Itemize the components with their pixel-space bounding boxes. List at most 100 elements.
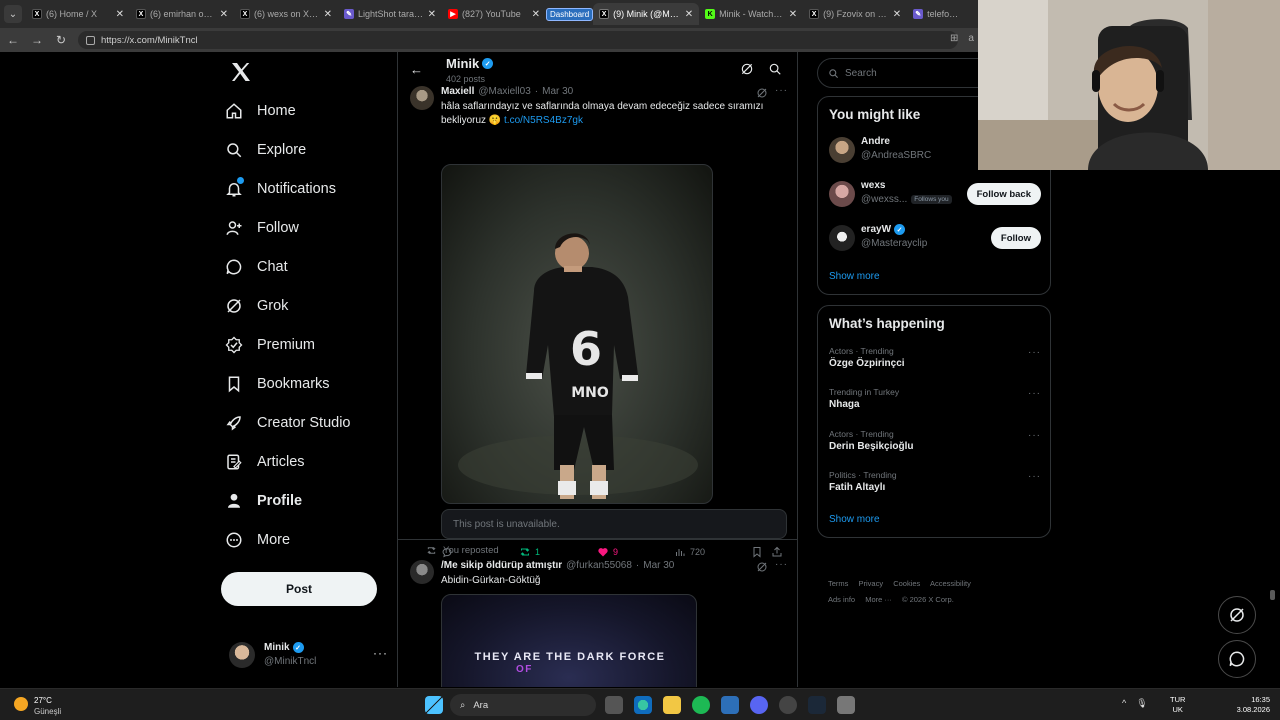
- address-bar[interactable]: https://x.com/MinikTncl: [78, 31, 958, 49]
- more-options-icon[interactable]: ···: [1028, 347, 1041, 358]
- tab-actions-menu[interactable]: ⌄: [4, 5, 22, 23]
- browser-tab[interactable]: X (6) emirhan on X: ✕: [130, 3, 234, 25]
- calculator-icon[interactable]: [837, 696, 855, 714]
- back-arrow-icon[interactable]: ←: [410, 62, 423, 77]
- user-name[interactable]: Andre: [861, 136, 890, 147]
- tweet-image[interactable]: 6 MNO: [441, 164, 713, 504]
- taskbar-search[interactable]: ⌕ Ara: [450, 694, 596, 716]
- browser-tab[interactable]: X (9) Fzovix on X: "E ✕: [803, 3, 907, 25]
- author-name[interactable]: /Me sikip öldürüp atmıştır: [441, 560, 562, 571]
- trend-item[interactable]: Trending in Turkey Nhaga ···: [829, 387, 1041, 419]
- close-icon[interactable]: ✕: [220, 9, 228, 20]
- search-icon[interactable]: [768, 62, 782, 76]
- nav-creator-studio[interactable]: Creator Studio: [225, 408, 351, 438]
- grok-icon[interactable]: [756, 561, 768, 573]
- more-options-icon[interactable]: ···: [1028, 430, 1041, 441]
- nav-premium[interactable]: Premium: [225, 330, 315, 360]
- browser-tab[interactable]: ✎ telefon k: [907, 3, 967, 25]
- browser-tab[interactable]: K Minik - Watch clips ✕: [699, 3, 803, 25]
- more-options-icon[interactable]: ···: [1028, 388, 1041, 399]
- account-more-icon[interactable]: ···: [373, 646, 388, 660]
- split-screen-icon[interactable]: ⊞: [950, 33, 958, 44]
- chat-floating-button[interactable]: [1218, 640, 1256, 678]
- footer-link[interactable]: More ···: [865, 595, 892, 604]
- start-icon[interactable]: [425, 696, 443, 714]
- chrome-icon[interactable]: [779, 696, 797, 714]
- trend-item[interactable]: Actors · Trending Derin Beşikçioğlu ···: [829, 429, 1041, 461]
- microphone-icon[interactable]: 🎙: [1136, 698, 1147, 709]
- footer-link[interactable]: Terms: [828, 579, 848, 588]
- forward-icon[interactable]: →: [30, 33, 44, 47]
- tweet-link[interactable]: t.co/N5RS4Bz7gk: [504, 115, 583, 126]
- discord-icon[interactable]: [750, 696, 768, 714]
- suggested-user[interactable]: erayW ✓ @Masterayclip Follow: [829, 221, 1041, 257]
- avatar[interactable]: [829, 137, 855, 163]
- avatar[interactable]: [829, 181, 855, 207]
- footer-link[interactable]: Privacy: [859, 579, 884, 588]
- tweet-date[interactable]: Mar 30: [643, 560, 674, 571]
- post-button[interactable]: Post: [221, 572, 377, 606]
- browser-tab[interactable]: ▶ (827) YouTube ✕: [442, 3, 546, 25]
- app-icon[interactable]: [721, 696, 739, 714]
- x-logo-icon[interactable]: [229, 60, 253, 84]
- close-icon[interactable]: ✕: [789, 9, 797, 20]
- footer-link[interactable]: Ads info: [828, 595, 855, 604]
- nav-home[interactable]: Home: [225, 96, 296, 126]
- user-name[interactable]: wexs: [861, 180, 885, 191]
- nav-explore[interactable]: Explore: [225, 135, 306, 165]
- profile-timeline[interactable]: ← Minik ✓ 402 posts Maxiell @Maxiell03 ·…: [397, 52, 798, 687]
- trend-item[interactable]: Actors · Trending Özge Özpirinçci ···: [829, 346, 1041, 378]
- close-icon[interactable]: ✕: [893, 9, 901, 20]
- nav-notifications[interactable]: Notifications: [225, 174, 336, 204]
- show-more-link[interactable]: Show more: [829, 271, 880, 282]
- nav-more[interactable]: More: [225, 525, 290, 555]
- dashboard-tab-group[interactable]: Dashboard: [546, 7, 594, 21]
- close-icon[interactable]: ✕: [116, 9, 124, 20]
- more-options-icon[interactable]: ···: [1028, 471, 1041, 482]
- edge-browser-icon[interactable]: [634, 696, 652, 714]
- tweet[interactable]: You reposted /Me sikip öldürüp atmıştır …: [398, 542, 797, 687]
- user-name-row[interactable]: erayW ✓: [861, 224, 906, 235]
- more-options-icon[interactable]: ···: [775, 85, 788, 96]
- chevron-up-icon[interactable]: ^: [1122, 698, 1126, 709]
- browser-tab[interactable]: X (6) Home / X ✕: [26, 3, 130, 25]
- close-icon[interactable]: ✕: [428, 9, 436, 20]
- nav-bookmarks[interactable]: Bookmarks: [225, 369, 330, 399]
- footer-link[interactable]: Accessibility: [930, 579, 971, 588]
- nav-chat[interactable]: Chat: [225, 252, 288, 282]
- close-icon[interactable]: ✕: [532, 9, 540, 20]
- avatar[interactable]: [829, 225, 855, 251]
- follow-back-button[interactable]: Follow back: [966, 183, 1041, 205]
- page-scrollbar[interactable]: [1270, 590, 1275, 600]
- nav-profile[interactable]: Profile: [225, 486, 302, 516]
- reload-icon[interactable]: ↻: [54, 33, 68, 47]
- weather-widget[interactable]: 27°C Güneşli: [14, 694, 74, 718]
- close-icon[interactable]: ✕: [685, 9, 693, 20]
- grok-icon[interactable]: [756, 87, 768, 99]
- spotify-icon[interactable]: [692, 696, 710, 714]
- file-explorer-icon[interactable]: [663, 696, 681, 714]
- nav-follow[interactable]: Follow: [225, 213, 299, 243]
- more-options-icon[interactable]: ···: [775, 559, 788, 570]
- input-language[interactable]: TUR UK: [1170, 695, 1185, 715]
- suggested-user[interactable]: wexs @wexss... Follows you Follow back: [829, 177, 1041, 213]
- tweet[interactable]: Maxiell @Maxiell03 · Mar 30 ··· hâla saf…: [398, 82, 797, 570]
- show-more-link[interactable]: Show more: [829, 514, 880, 525]
- tweet-video[interactable]: THEY ARE THE DARK FORCE OF: [441, 594, 697, 687]
- follow-button[interactable]: Follow: [990, 227, 1041, 249]
- author-handle[interactable]: @furkan55068: [566, 560, 632, 571]
- translate-icon[interactable]: a: [968, 33, 974, 44]
- trend-item[interactable]: Politics · Trending Fatih Altaylı ···: [829, 470, 1041, 502]
- site-info-icon[interactable]: [86, 35, 95, 45]
- close-icon[interactable]: ✕: [324, 9, 332, 20]
- steam-icon[interactable]: [808, 696, 826, 714]
- nav-grok[interactable]: Grok: [225, 291, 288, 321]
- back-icon[interactable]: ←: [6, 33, 20, 47]
- avatar[interactable]: [410, 560, 434, 584]
- browser-tab[interactable]: ✎ LightShot tarafındı ✕: [338, 3, 442, 25]
- nav-articles[interactable]: Articles: [225, 447, 305, 477]
- grok-icon[interactable]: [740, 62, 754, 76]
- grok-floating-button[interactable]: [1218, 596, 1256, 634]
- browser-tab-active[interactable]: X (9) Minik (@MinikT ✕: [593, 3, 700, 25]
- author-name[interactable]: Maxiell: [441, 86, 474, 97]
